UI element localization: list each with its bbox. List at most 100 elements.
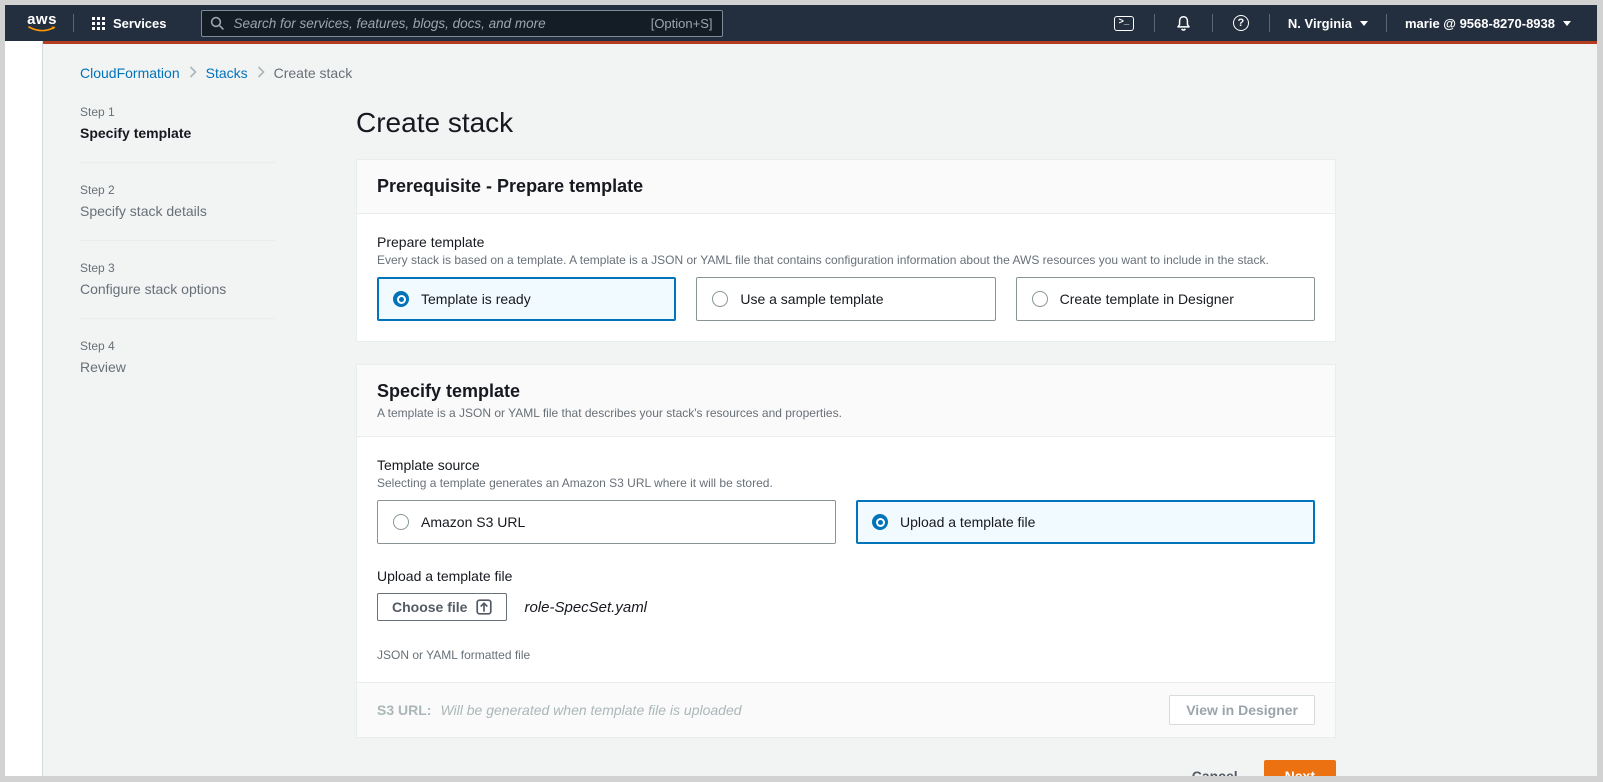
collapsed-side-panel: [5, 41, 43, 776]
services-label: Services: [113, 16, 167, 31]
step-divider: [80, 240, 276, 241]
browser-viewport: aws Services [Option+S] >_: [5, 5, 1597, 776]
step-item-4[interactable]: Step 4 Review: [80, 339, 276, 375]
search-icon: [210, 16, 225, 36]
aws-logo-text: aws: [27, 13, 57, 26]
nav-divider: [1386, 14, 1387, 32]
nav-divider: [73, 14, 74, 32]
search-shortcut-hint: [Option+S]: [651, 16, 713, 31]
chevron-down-icon: [1360, 21, 1368, 26]
account-menu[interactable]: marie @ 9568-8270-8938: [1393, 5, 1583, 41]
prerequisite-panel-body: Prepare template Every stack is based on…: [357, 214, 1335, 341]
nav-divider: [1269, 14, 1270, 32]
bell-icon: [1175, 15, 1192, 32]
aws-top-nav: aws Services [Option+S] >_: [5, 5, 1597, 41]
nav-divider: [1154, 14, 1155, 32]
specify-template-panel: Specify template A template is a JSON or…: [356, 364, 1336, 738]
radio-tile-upload-template-file[interactable]: Upload a template file: [856, 500, 1315, 544]
step-item-1[interactable]: Step 1 Specify template: [80, 105, 276, 141]
next-button[interactable]: Next: [1264, 760, 1336, 776]
radio-tile-amazon-s3-url[interactable]: Amazon S3 URL: [377, 500, 836, 544]
nav-left: aws Services [Option+S]: [17, 5, 723, 41]
specify-template-panel-footer: S3 URL: Will be generated when template …: [357, 682, 1335, 737]
radio-tile-label: Use a sample template: [740, 291, 883, 307]
wizard-steps-nav: Step 1 Specify template Step 2 Specify s…: [80, 105, 276, 776]
chevron-down-icon: [1563, 21, 1571, 26]
specify-template-panel-header: Specify template A template is a JSON or…: [357, 365, 1335, 437]
prepare-template-options: Template is ready Use a sample template …: [377, 277, 1315, 321]
file-upload-row: Choose file role-SpecSet.yaml: [377, 593, 1315, 621]
step-label: Configure stack options: [80, 281, 276, 297]
notifications-button[interactable]: [1161, 5, 1206, 41]
step-divider: [80, 318, 276, 319]
body-row: CloudFormation Stacks Create stack Step …: [5, 41, 1597, 776]
radio-selected-icon: [393, 291, 409, 307]
cancel-button[interactable]: Cancel: [1192, 768, 1238, 776]
step-number: Step 2: [80, 183, 276, 197]
uploaded-file-name: role-SpecSet.yaml: [524, 599, 647, 616]
prerequisite-panel: Prerequisite - Prepare template Prepare …: [356, 159, 1336, 342]
main-content: CloudFormation Stacks Create stack Step …: [43, 41, 1597, 776]
nav-divider: [1212, 14, 1213, 32]
search-wrapper: [Option+S]: [201, 10, 723, 37]
page-title: Create stack: [356, 107, 1336, 139]
radio-unselected-icon: [393, 514, 409, 530]
specify-template-panel-title: Specify template: [377, 381, 1315, 402]
search-input[interactable]: [201, 10, 723, 37]
prepare-template-label: Prepare template: [377, 234, 1315, 250]
breadcrumb-stacks[interactable]: Stacks: [206, 65, 248, 81]
specify-template-panel-body: Template source Selecting a template gen…: [357, 437, 1335, 682]
radio-tile-label: Template is ready: [421, 291, 531, 307]
s3-url-label: S3 URL:: [377, 702, 431, 718]
region-label: N. Virginia: [1288, 16, 1352, 31]
breadcrumb: CloudFormation Stacks Create stack: [80, 44, 1560, 81]
radio-tile-use-sample-template[interactable]: Use a sample template: [696, 277, 995, 321]
prerequisite-panel-header: Prerequisite - Prepare template: [357, 160, 1335, 214]
aws-smile-icon: [27, 26, 57, 33]
nav-right: >_ ? N. Virginia marie @ 9568-8270-8938: [1100, 5, 1583, 41]
radio-tile-label: Create template in Designer: [1060, 291, 1234, 307]
step-item-3[interactable]: Step 3 Configure stack options: [80, 261, 276, 297]
radio-unselected-icon: [712, 291, 728, 307]
choose-file-button[interactable]: Choose file: [377, 593, 507, 621]
upload-icon: [476, 599, 492, 615]
step-number: Step 1: [80, 105, 276, 119]
breadcrumb-cloudformation[interactable]: CloudFormation: [80, 65, 180, 81]
region-selector[interactable]: N. Virginia: [1276, 5, 1380, 41]
prepare-template-description: Every stack is based on a template. A te…: [377, 253, 1315, 267]
upload-template-file-label: Upload a template file: [377, 568, 1315, 584]
breadcrumb-separator: [189, 65, 197, 81]
step-label: Specify template: [80, 125, 276, 141]
step-item-2[interactable]: Step 2 Specify stack details: [80, 183, 276, 219]
radio-selected-icon: [872, 514, 888, 530]
step-number: Step 4: [80, 339, 276, 353]
radio-tile-create-in-designer[interactable]: Create template in Designer: [1016, 277, 1315, 321]
wizard-content: Create stack Prerequisite - Prepare temp…: [356, 105, 1336, 776]
step-label: Specify stack details: [80, 203, 276, 219]
choose-file-label: Choose file: [392, 599, 467, 615]
s3-url-value: Will be generated when template file is …: [440, 702, 741, 718]
help-icon: ?: [1233, 15, 1249, 31]
step-divider: [80, 162, 276, 163]
services-menu-button[interactable]: Services: [80, 5, 179, 41]
radio-tile-label: Upload a template file: [900, 514, 1035, 530]
radio-tile-label: Amazon S3 URL: [421, 514, 525, 530]
specify-template-panel-subtitle: A template is a JSON or YAML file that d…: [377, 406, 1315, 420]
radio-unselected-icon: [1032, 291, 1048, 307]
step-number: Step 3: [80, 261, 276, 275]
prerequisite-panel-title: Prerequisite - Prepare template: [377, 176, 1315, 197]
wizard-actions: Cancel Next: [356, 760, 1336, 776]
template-source-options: Amazon S3 URL Upload a template file: [377, 500, 1315, 544]
radio-tile-template-is-ready[interactable]: Template is ready: [377, 277, 676, 321]
cloudshell-button[interactable]: >_: [1100, 5, 1148, 41]
grid-icon: [92, 17, 105, 30]
cloudshell-icon: >_: [1114, 16, 1134, 31]
breadcrumb-separator: [257, 65, 265, 81]
view-in-designer-button[interactable]: View in Designer: [1169, 695, 1315, 725]
step-label: Review: [80, 359, 276, 375]
s3-url-row: S3 URL: Will be generated when template …: [377, 702, 742, 718]
content-grid: Step 1 Specify template Step 2 Specify s…: [80, 105, 1560, 776]
aws-logo[interactable]: aws: [17, 13, 67, 33]
template-source-description: Selecting a template generates an Amazon…: [377, 476, 1315, 490]
help-button[interactable]: ?: [1219, 5, 1263, 41]
